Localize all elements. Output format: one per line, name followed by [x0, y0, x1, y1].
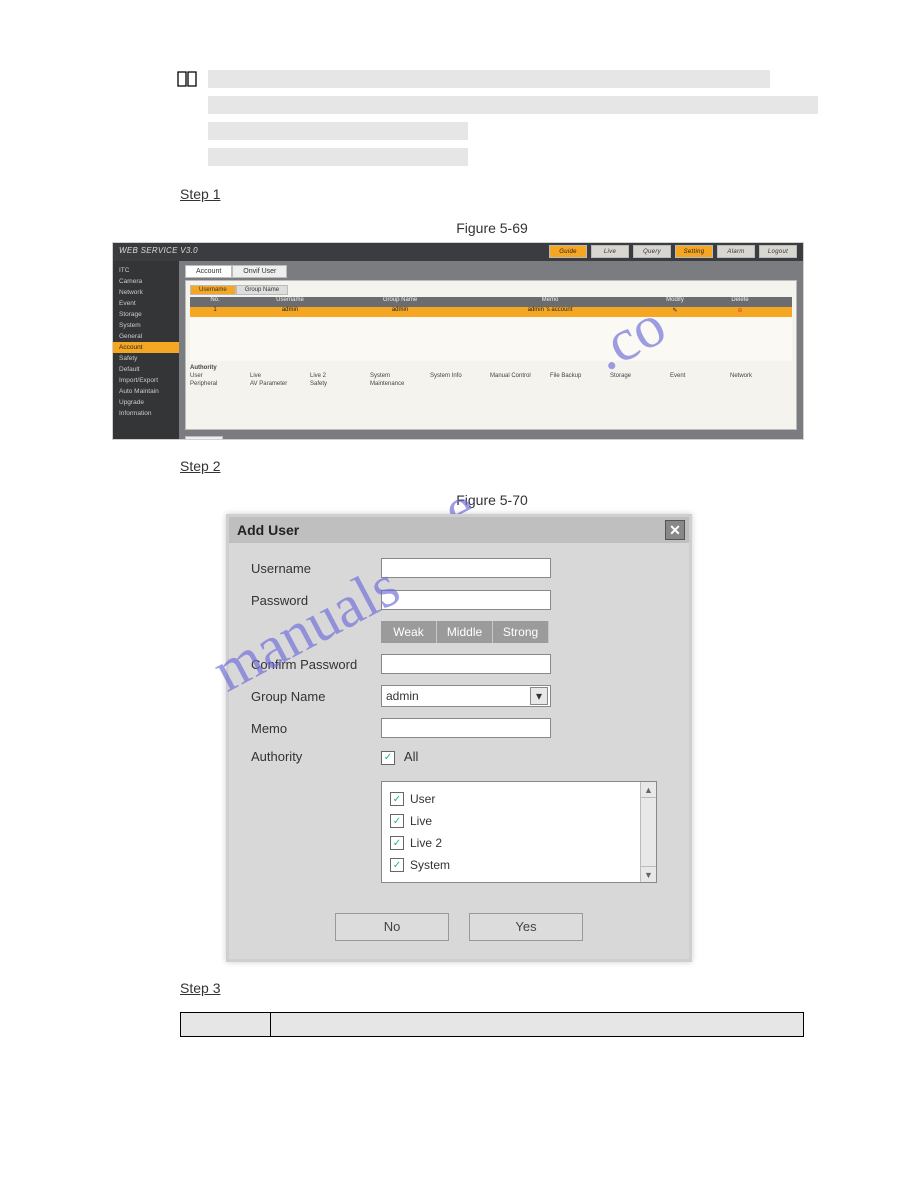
username-input[interactable] — [381, 558, 551, 578]
top-btn-query[interactable]: Query — [633, 245, 671, 258]
modify-icon: ✎ — [640, 307, 710, 317]
top-btn-alarm[interactable]: Alarm — [717, 245, 755, 258]
sidebar-item-safety[interactable]: Safety — [113, 353, 179, 364]
step-2-heading: Step 2 — [180, 458, 804, 474]
sidebar-item-account[interactable]: Account — [113, 342, 179, 353]
tab-onvifuser[interactable]: Onvif User — [232, 265, 287, 278]
sidebar-item-information[interactable]: Information — [113, 408, 179, 419]
checkbox-system[interactable]: ✓ — [390, 858, 404, 872]
checkbox-user[interactable]: ✓ — [390, 792, 404, 806]
top-btn-guide[interactable]: Guide — [549, 245, 587, 258]
account-table-row[interactable]: 1 admin admin admin 's account ✎ ⊖ — [190, 307, 792, 317]
scrollbar[interactable]: ▲ ▼ — [640, 782, 656, 882]
parameter-table — [180, 1012, 804, 1037]
strength-strong: Strong — [493, 621, 549, 643]
sidebar-item-itc[interactable]: ITC — [113, 265, 179, 276]
desc-header-cell — [271, 1013, 804, 1037]
group-select[interactable]: admin ▾ — [381, 685, 551, 707]
tab-account[interactable]: Account — [185, 265, 232, 278]
web-service-brand: WEB SERVICE V3.0 — [119, 246, 198, 255]
scroll-down-icon[interactable]: ▼ — [641, 866, 656, 882]
step-1-heading: Step 1 — [180, 186, 804, 202]
sidebar-item-system[interactable]: System — [113, 320, 179, 331]
sidebar-item-importexport[interactable]: Import/Export — [113, 375, 179, 386]
password-strength: Weak Middle Strong — [381, 621, 667, 643]
sidebar-item-default[interactable]: Default — [113, 364, 179, 375]
chevron-down-icon: ▾ — [530, 687, 548, 705]
authority-label: Authority — [251, 749, 381, 764]
authority-heading: Authority — [190, 365, 792, 371]
note-icon — [176, 70, 198, 91]
top-btn-live[interactable]: Live — [591, 245, 629, 258]
sidebar-item-automaintain[interactable]: Auto Maintain — [113, 386, 179, 397]
strength-middle: Middle — [437, 621, 493, 643]
yes-button[interactable]: Yes — [469, 913, 583, 941]
password-input[interactable] — [381, 590, 551, 610]
add-user-button[interactable]: Add User — [185, 436, 223, 440]
group-label: Group Name — [251, 689, 381, 704]
authority-list: UserLiveLive 2SystemSystem InfoManual Co… — [190, 373, 792, 387]
confirm-password-input[interactable] — [381, 654, 551, 674]
note-line — [208, 148, 468, 166]
password-label: Password — [251, 593, 381, 608]
note-line — [208, 122, 468, 140]
delete-icon: ⊖ — [710, 307, 770, 317]
confirm-label: Confirm Password — [251, 657, 381, 672]
sidebar-item-upgrade[interactable]: Upgrade — [113, 397, 179, 408]
username-label: Username — [251, 561, 381, 576]
checkbox-all[interactable]: ✓ — [381, 751, 395, 765]
sidebar-item-event[interactable]: Event — [113, 298, 179, 309]
sidebar-item-camera[interactable]: Camera — [113, 276, 179, 287]
subtab-groupname[interactable]: Group Name — [236, 285, 288, 295]
checkbox-live2[interactable]: ✓ — [390, 836, 404, 850]
memo-label: Memo — [251, 721, 381, 736]
top-btn-logout[interactable]: Logout — [759, 245, 797, 258]
screenshot-account-list: WEB SERVICE V3.0 Guide Live Query Settin… — [112, 242, 804, 440]
figure-caption-1: Figure 5-69 — [180, 220, 804, 236]
note-line — [208, 70, 770, 88]
sidebar: ITC Camera Network Event Storage System … — [113, 261, 179, 439]
authority-listbox: ✓User ✓Live ✓Live 2 ✓System ▲ ▼ — [381, 781, 657, 883]
dialog-title: Add User — [237, 522, 299, 538]
scroll-up-icon[interactable]: ▲ — [641, 782, 656, 798]
no-button[interactable]: No — [335, 913, 449, 941]
sidebar-item-general[interactable]: General — [113, 331, 179, 342]
top-btn-setting[interactable]: Setting — [675, 245, 713, 258]
param-header-cell — [181, 1013, 271, 1037]
subtab-username[interactable]: Username — [190, 285, 236, 295]
add-user-dialog: Add User ✕ Username Password Weak Middle… — [226, 514, 692, 962]
group-value: admin — [386, 689, 419, 703]
checkbox-live[interactable]: ✓ — [390, 814, 404, 828]
note-line — [208, 96, 818, 114]
sidebar-item-network[interactable]: Network — [113, 287, 179, 298]
strength-weak: Weak — [381, 621, 437, 643]
figure-caption-2: Figure 5-70 — [180, 492, 804, 508]
all-label: All — [404, 749, 418, 764]
step-3-heading: Step 3 — [180, 980, 804, 996]
close-icon[interactable]: ✕ — [665, 520, 685, 540]
sidebar-item-storage[interactable]: Storage — [113, 309, 179, 320]
account-table-header: No. Username Group Name Memo Modify Dele… — [190, 297, 792, 307]
memo-input[interactable] — [381, 718, 551, 738]
